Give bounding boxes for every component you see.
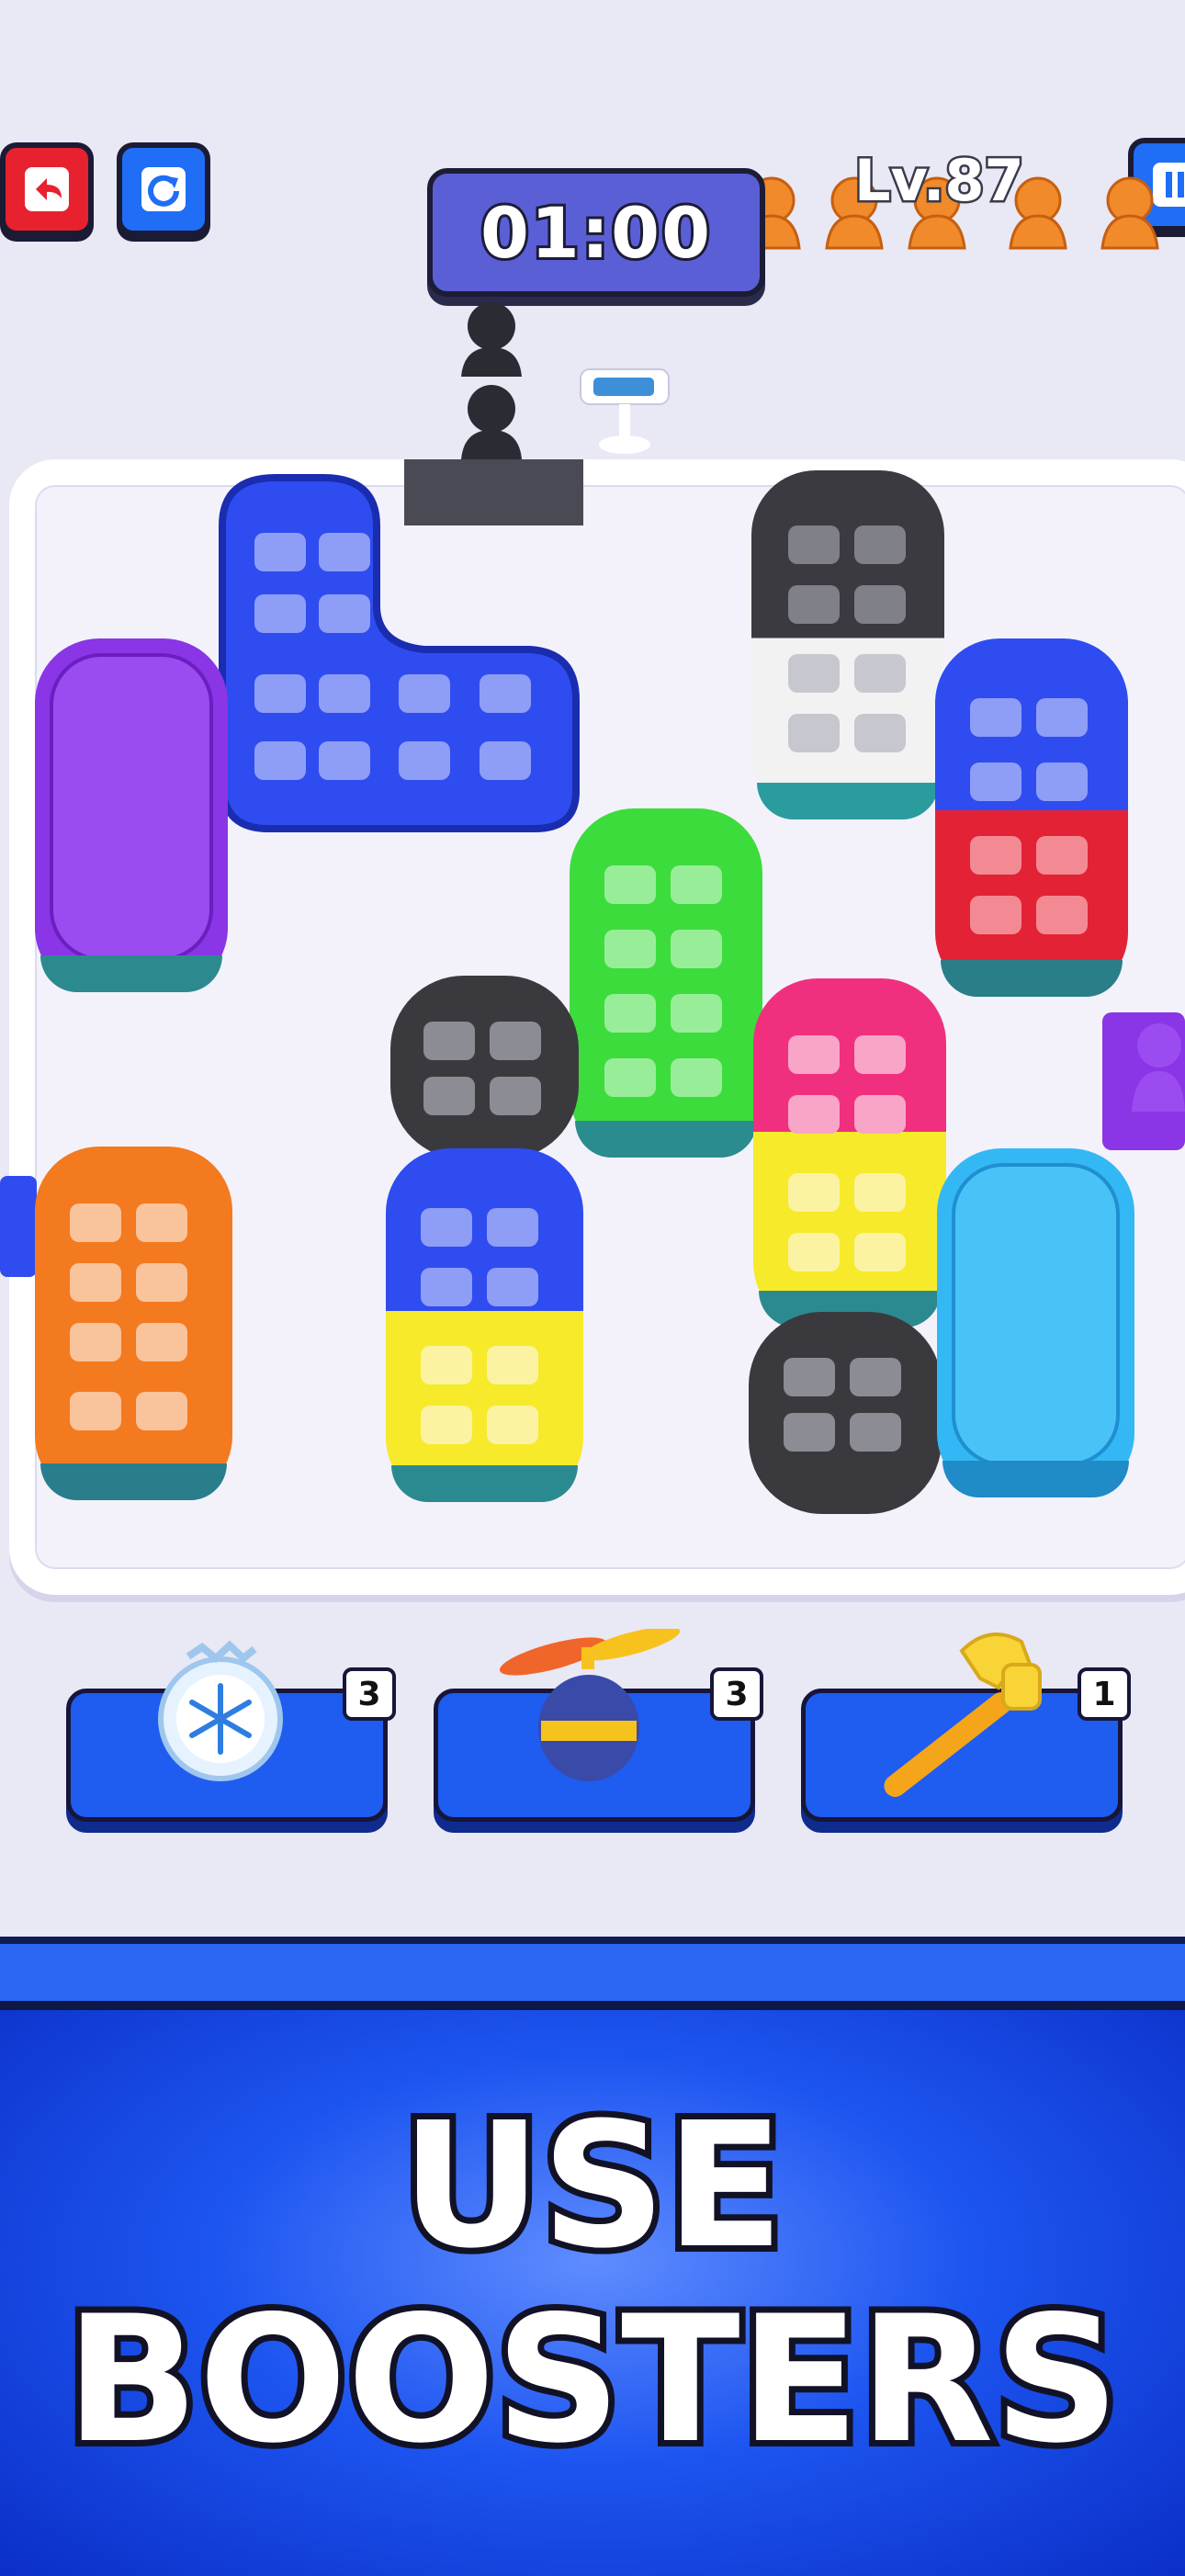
timer: 01:00 xyxy=(427,168,765,297)
hammer-count-badge: 1 xyxy=(1078,1667,1131,1721)
bus-seats xyxy=(970,698,1088,934)
bus-seats xyxy=(604,865,722,1097)
bus-green[interactable] xyxy=(570,808,762,1158)
propeller-count-badge: 3 xyxy=(710,1667,763,1721)
bus-blue-red[interactable] xyxy=(935,638,1128,997)
bus-seats xyxy=(788,525,906,752)
bus-blue-large[interactable] xyxy=(204,470,590,847)
bus-seats xyxy=(70,1203,187,1430)
bus-orange[interactable] xyxy=(35,1147,232,1500)
restart-button[interactable] xyxy=(117,142,210,236)
freeze-booster-button[interactable]: 3 xyxy=(66,1640,396,1822)
bus-seats xyxy=(788,1035,906,1271)
side-passenger-blue xyxy=(0,1176,37,1277)
propeller-booster-button[interactable]: 3 xyxy=(434,1629,763,1822)
restart-icon xyxy=(141,167,186,211)
bus-blue-yellow[interactable] xyxy=(386,1148,583,1502)
bus-dark-bottom[interactable] xyxy=(749,1312,942,1514)
freeze-count-badge: 3 xyxy=(343,1667,396,1721)
banner-line-1: USE xyxy=(395,2079,790,2293)
bus-dark-small[interactable] xyxy=(390,976,579,1159)
banner-line-2: BOOSTERS xyxy=(59,2272,1125,2488)
bus-pink-yellow[interactable] xyxy=(753,978,946,1328)
propeller-icon xyxy=(499,1629,681,1781)
hammer-icon xyxy=(884,1633,1042,1797)
exit-passengers xyxy=(461,302,522,459)
bus-purple[interactable] xyxy=(35,638,228,992)
level-label: Lv.87 xyxy=(852,145,1027,217)
bus-seats xyxy=(784,1358,901,1452)
hammer-booster-button[interactable]: 1 xyxy=(801,1633,1131,1822)
bus-seats xyxy=(423,1022,541,1115)
side-passenger-purple xyxy=(1102,1012,1185,1150)
bus-stop-sign xyxy=(580,368,670,454)
bus-cyan[interactable] xyxy=(937,1148,1134,1497)
bus-dark-white[interactable] xyxy=(751,470,944,819)
snowflake-icon xyxy=(158,1640,283,1781)
banner-stripe xyxy=(0,1944,1185,2010)
undo-icon xyxy=(25,167,69,211)
bus-seats xyxy=(421,1208,538,1444)
undo-button[interactable] xyxy=(0,142,94,236)
